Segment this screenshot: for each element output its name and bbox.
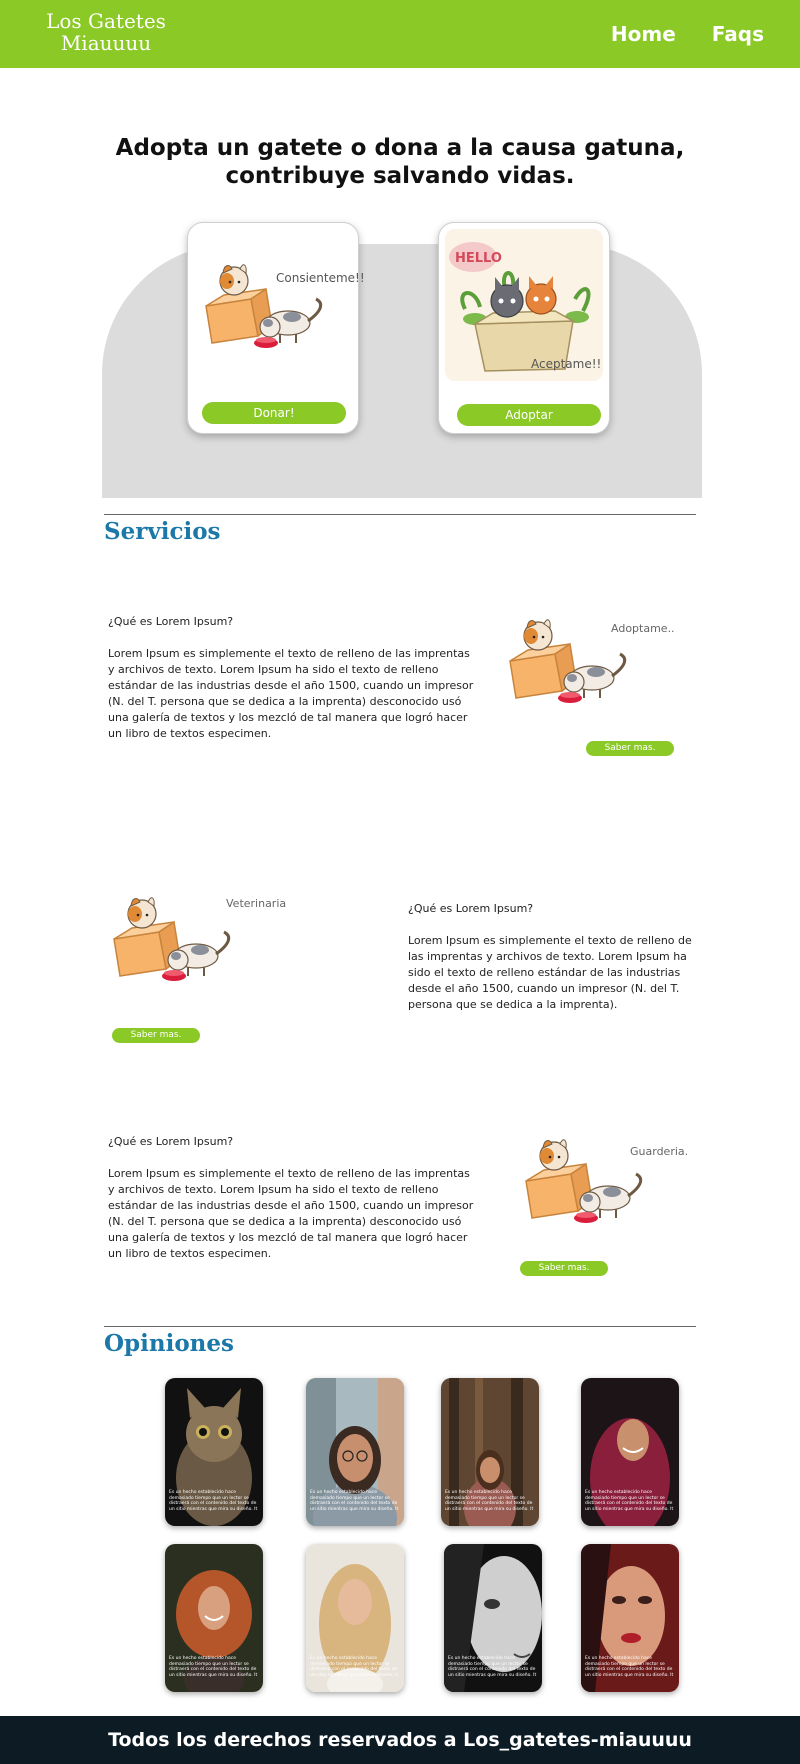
opinion-text: Es un hecho establecido hace demasiado t… — [585, 1490, 674, 1512]
service-1-question: ¿Qué es Lorem Ipsum? — [108, 615, 234, 628]
divider — [104, 1326, 696, 1327]
site-header: Los Gatetes Miauuuu Home Faqs — [0, 0, 800, 68]
opinion-text: Es un hecho establecido hace demasiado t… — [448, 1656, 537, 1678]
service-2-body: Lorem Ipsum es simplemente el texto de r… — [408, 934, 692, 1011]
donate-card: Consienteme!! Donar! — [187, 222, 365, 434]
opinion-text: Es un hecho establecido hace demasiado t… — [585, 1656, 674, 1678]
cats-box-illustration — [204, 263, 323, 350]
opinion-card-forest-woman[interactable]: Es un hecho establecido hace demasiado t… — [441, 1378, 539, 1526]
site-footer: Todos los derechos reservados a Los_gate… — [0, 1716, 800, 1764]
service-3-caption: Guarderia. — [630, 1145, 689, 1158]
hero-title-line2: contribuye salvando vidas. — [225, 163, 575, 189]
service-3-illustration — [524, 1138, 643, 1225]
opinion-text: Es un hecho establecido hace demasiado t… — [445, 1490, 534, 1512]
donate-card-caption: Consienteme!! — [276, 271, 365, 285]
main-nav: Home Faqs — [611, 22, 764, 46]
donate-button[interactable]: Donar! — [202, 402, 346, 424]
opinion-text: Es un hecho establecido hace demasiado t… — [169, 1656, 258, 1678]
service-1-more-button[interactable]: Saber mas. — [586, 741, 674, 756]
adopt-button[interactable]: Adoptar — [457, 404, 601, 426]
opinion-text: Es un hecho establecido hace demasiado t… — [169, 1490, 258, 1512]
service-2-illustration — [112, 896, 231, 983]
site-logo[interactable]: Los Gatetes Miauuuu — [46, 10, 166, 54]
service-3-question: ¿Qué es Lorem Ipsum? — [108, 1135, 234, 1148]
opinion-card-curly-woman[interactable]: Es un hecho establecido hace demasiado t… — [165, 1544, 263, 1692]
hello-sign: HELLO — [455, 251, 502, 266]
opinion-card-hijab-woman[interactable]: Es un hecho establecido hace demasiado t… — [581, 1378, 679, 1526]
opinion-card-makeup-woman[interactable]: Es un hecho establecido hace demasiado t… — [581, 1544, 679, 1692]
service-3-text: ¿Qué es Lorem Ipsum? Lorem Ipsum es simp… — [108, 1134, 478, 1262]
service-2-text: ¿Qué es Lorem Ipsum? Lorem Ipsum es simp… — [408, 901, 698, 1013]
service-2-caption: Veterinaria — [226, 897, 287, 910]
opinion-text: Es un hecho establecido hace demasiado t… — [310, 1490, 399, 1512]
service-1-body: Lorem Ipsum es simplemente el texto de r… — [108, 647, 474, 740]
services-title: Servicios — [104, 518, 221, 545]
service-3-body: Lorem Ipsum es simplemente el texto de r… — [108, 1167, 474, 1260]
service-2-question: ¿Qué es Lorem Ipsum? — [408, 902, 534, 915]
opinion-card-blonde-woman[interactable]: Es un hecho establecido hace demasiado t… — [306, 1544, 404, 1692]
hero-title: Adopta un gatete o dona a la causa gatun… — [100, 134, 700, 190]
logo-line1: Los Gatetes — [46, 9, 166, 33]
opinion-card-cat[interactable]: Es un hecho establecido hace demasiado t… — [165, 1378, 263, 1526]
logo-line2: Miauuuu — [60, 31, 152, 55]
divider — [104, 514, 696, 515]
opinion-card-bw-portrait[interactable]: Es un hecho establecido hace demasiado t… — [444, 1544, 542, 1692]
hero-title-line1: Adopta un gatete o dona a la causa gatun… — [115, 135, 685, 161]
adopt-card: HELLO Aceptame!! Adoptar — [438, 222, 610, 434]
nav-home-link[interactable]: Home — [611, 22, 676, 46]
adopt-card-caption: Aceptame!! — [531, 357, 602, 371]
nav-faqs-link[interactable]: Faqs — [712, 22, 764, 46]
service-2-more-button[interactable]: Saber mas. — [112, 1028, 200, 1043]
opinion-card-woman-glasses[interactable]: Es un hecho establecido hace demasiado t… — [306, 1378, 404, 1526]
service-1-text: ¿Qué es Lorem Ipsum? Lorem Ipsum es simp… — [108, 614, 478, 742]
opinions-title: Opiniones — [104, 1330, 234, 1357]
footer-copyright: Todos los derechos reservados a Los_gate… — [108, 1729, 692, 1751]
service-1-caption: Adoptame.. — [611, 622, 675, 635]
opinion-text: Es un hecho establecido hace demasiado t… — [310, 1656, 399, 1678]
service-3-more-button[interactable]: Saber mas. — [520, 1261, 608, 1276]
